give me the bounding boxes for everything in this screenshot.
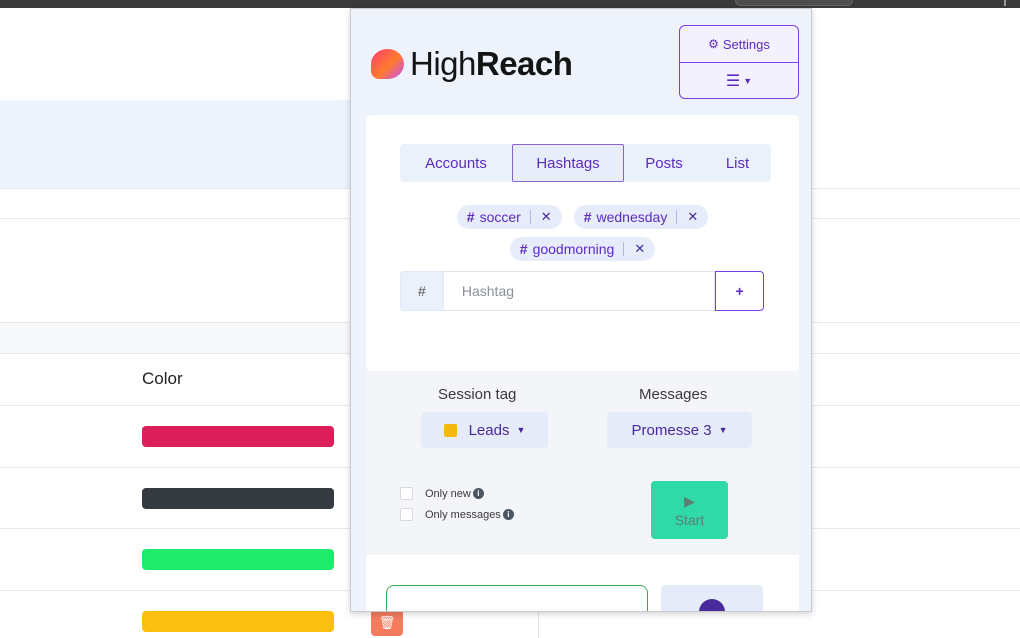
bottom-panel (366, 555, 799, 611)
table-spacer (0, 323, 352, 353)
remove-hashtag-icon[interactable]: ✕ (687, 209, 698, 225)
only-messages-checkbox[interactable] (400, 508, 413, 521)
start-button[interactable]: ▶ Start (651, 481, 728, 539)
only-new-label: Only new (425, 487, 471, 500)
hashtag-input[interactable] (443, 271, 716, 311)
tab-accounts[interactable]: Accounts (400, 144, 512, 182)
page-highlight-band (0, 100, 352, 188)
tab-list[interactable]: List (704, 144, 771, 182)
target-tabs: Accounts Hashtags Posts List (400, 144, 771, 182)
color-swatch (142, 426, 334, 447)
only-messages-label: Only messages (425, 508, 501, 521)
color-swatch (142, 611, 334, 632)
trash-icon: 🗑 (378, 615, 396, 630)
session-tag-value: Leads (468, 421, 510, 439)
settings-button[interactable]: ⚙ Settings (680, 26, 798, 63)
brand-name: HighReach (410, 45, 573, 82)
color-swatch (142, 488, 334, 509)
caret-down-icon: ▼ (743, 76, 753, 86)
info-circle-icon (699, 599, 725, 611)
hash-icon: # (519, 241, 528, 257)
browser-menu-icon[interactable] (1004, 0, 1006, 6)
caret-down-icon: ▼ (718, 425, 728, 435)
tab-posts[interactable]: Posts (624, 144, 704, 182)
color-column-header: Color (142, 369, 183, 388)
speech-bubble-logo-icon (371, 49, 404, 79)
hashtag-chip-list: # soccer ✕ # wednesday ✕ # goodmorning ✕ (366, 205, 799, 269)
caret-down-icon: ▼ (516, 425, 526, 435)
start-label: Start (674, 511, 705, 528)
menu-dropdown-button[interactable]: ☰ ▼ (680, 63, 798, 98)
browser-tab-pill[interactable] (735, 0, 853, 6)
bottom-outlined-button[interactable] (386, 585, 648, 611)
hashtag-chip: # wednesday ✕ (573, 205, 709, 229)
session-panel: Session tag Messages Leads ▼ Promesse 3 … (366, 371, 799, 555)
tab-hashtags[interactable]: Hashtags (512, 144, 624, 182)
hash-icon: # (583, 209, 592, 225)
hashtag-chip-label: goodmorning (532, 241, 615, 257)
settings-menu-group: ⚙ Settings ☰ ▼ (679, 25, 799, 99)
remove-hashtag-icon[interactable]: ✕ (634, 241, 645, 257)
only-messages-option[interactable]: Only messages i (400, 508, 514, 521)
messages-dropdown[interactable]: Promesse 3 ▼ (607, 412, 752, 448)
hashtag-chip: # goodmorning ✕ (509, 237, 656, 261)
only-new-checkbox[interactable] (400, 487, 413, 500)
delete-button[interactable]: 🗑 (371, 610, 403, 636)
highreach-popup: HighReach ⚙ Settings ☰ ▼ Accounts Hashta… (350, 8, 812, 612)
tag-color-square (443, 423, 457, 437)
hashtag-chip: # soccer ✕ (456, 205, 562, 229)
bottom-action-button[interactable] (661, 585, 763, 611)
remove-hashtag-icon[interactable]: ✕ (541, 209, 552, 225)
messages-value: Promesse 3 (631, 421, 712, 439)
session-tag-label: Session tag (438, 386, 517, 403)
session-tag-dropdown[interactable]: Leads ▼ (421, 412, 548, 448)
target-card: Accounts Hashtags Posts List # soccer ✕ … (366, 115, 799, 371)
info-icon[interactable]: i (502, 509, 514, 520)
hashtag-chip-label: wednesday (596, 209, 668, 225)
gears-icon: ⚙ (708, 37, 719, 51)
hamburger-icon: ☰ (725, 73, 741, 90)
settings-label: Settings (722, 36, 770, 52)
column-divider (538, 610, 539, 638)
brand-logo: HighReach (371, 45, 573, 83)
only-new-option[interactable]: Only new i (400, 487, 484, 500)
add-hashtag-button[interactable]: + (715, 271, 764, 311)
play-icon: ▶ (684, 492, 695, 509)
hashtag-input-group: # + (400, 271, 764, 311)
browser-top-bar (0, 0, 1020, 8)
messages-label: Messages (639, 386, 708, 403)
hashtag-chip-label: soccer (479, 209, 521, 225)
hash-icon: # (466, 209, 475, 225)
color-swatch (142, 549, 334, 570)
info-icon[interactable]: i (472, 488, 484, 499)
hash-prefix-icon: # (400, 271, 444, 311)
